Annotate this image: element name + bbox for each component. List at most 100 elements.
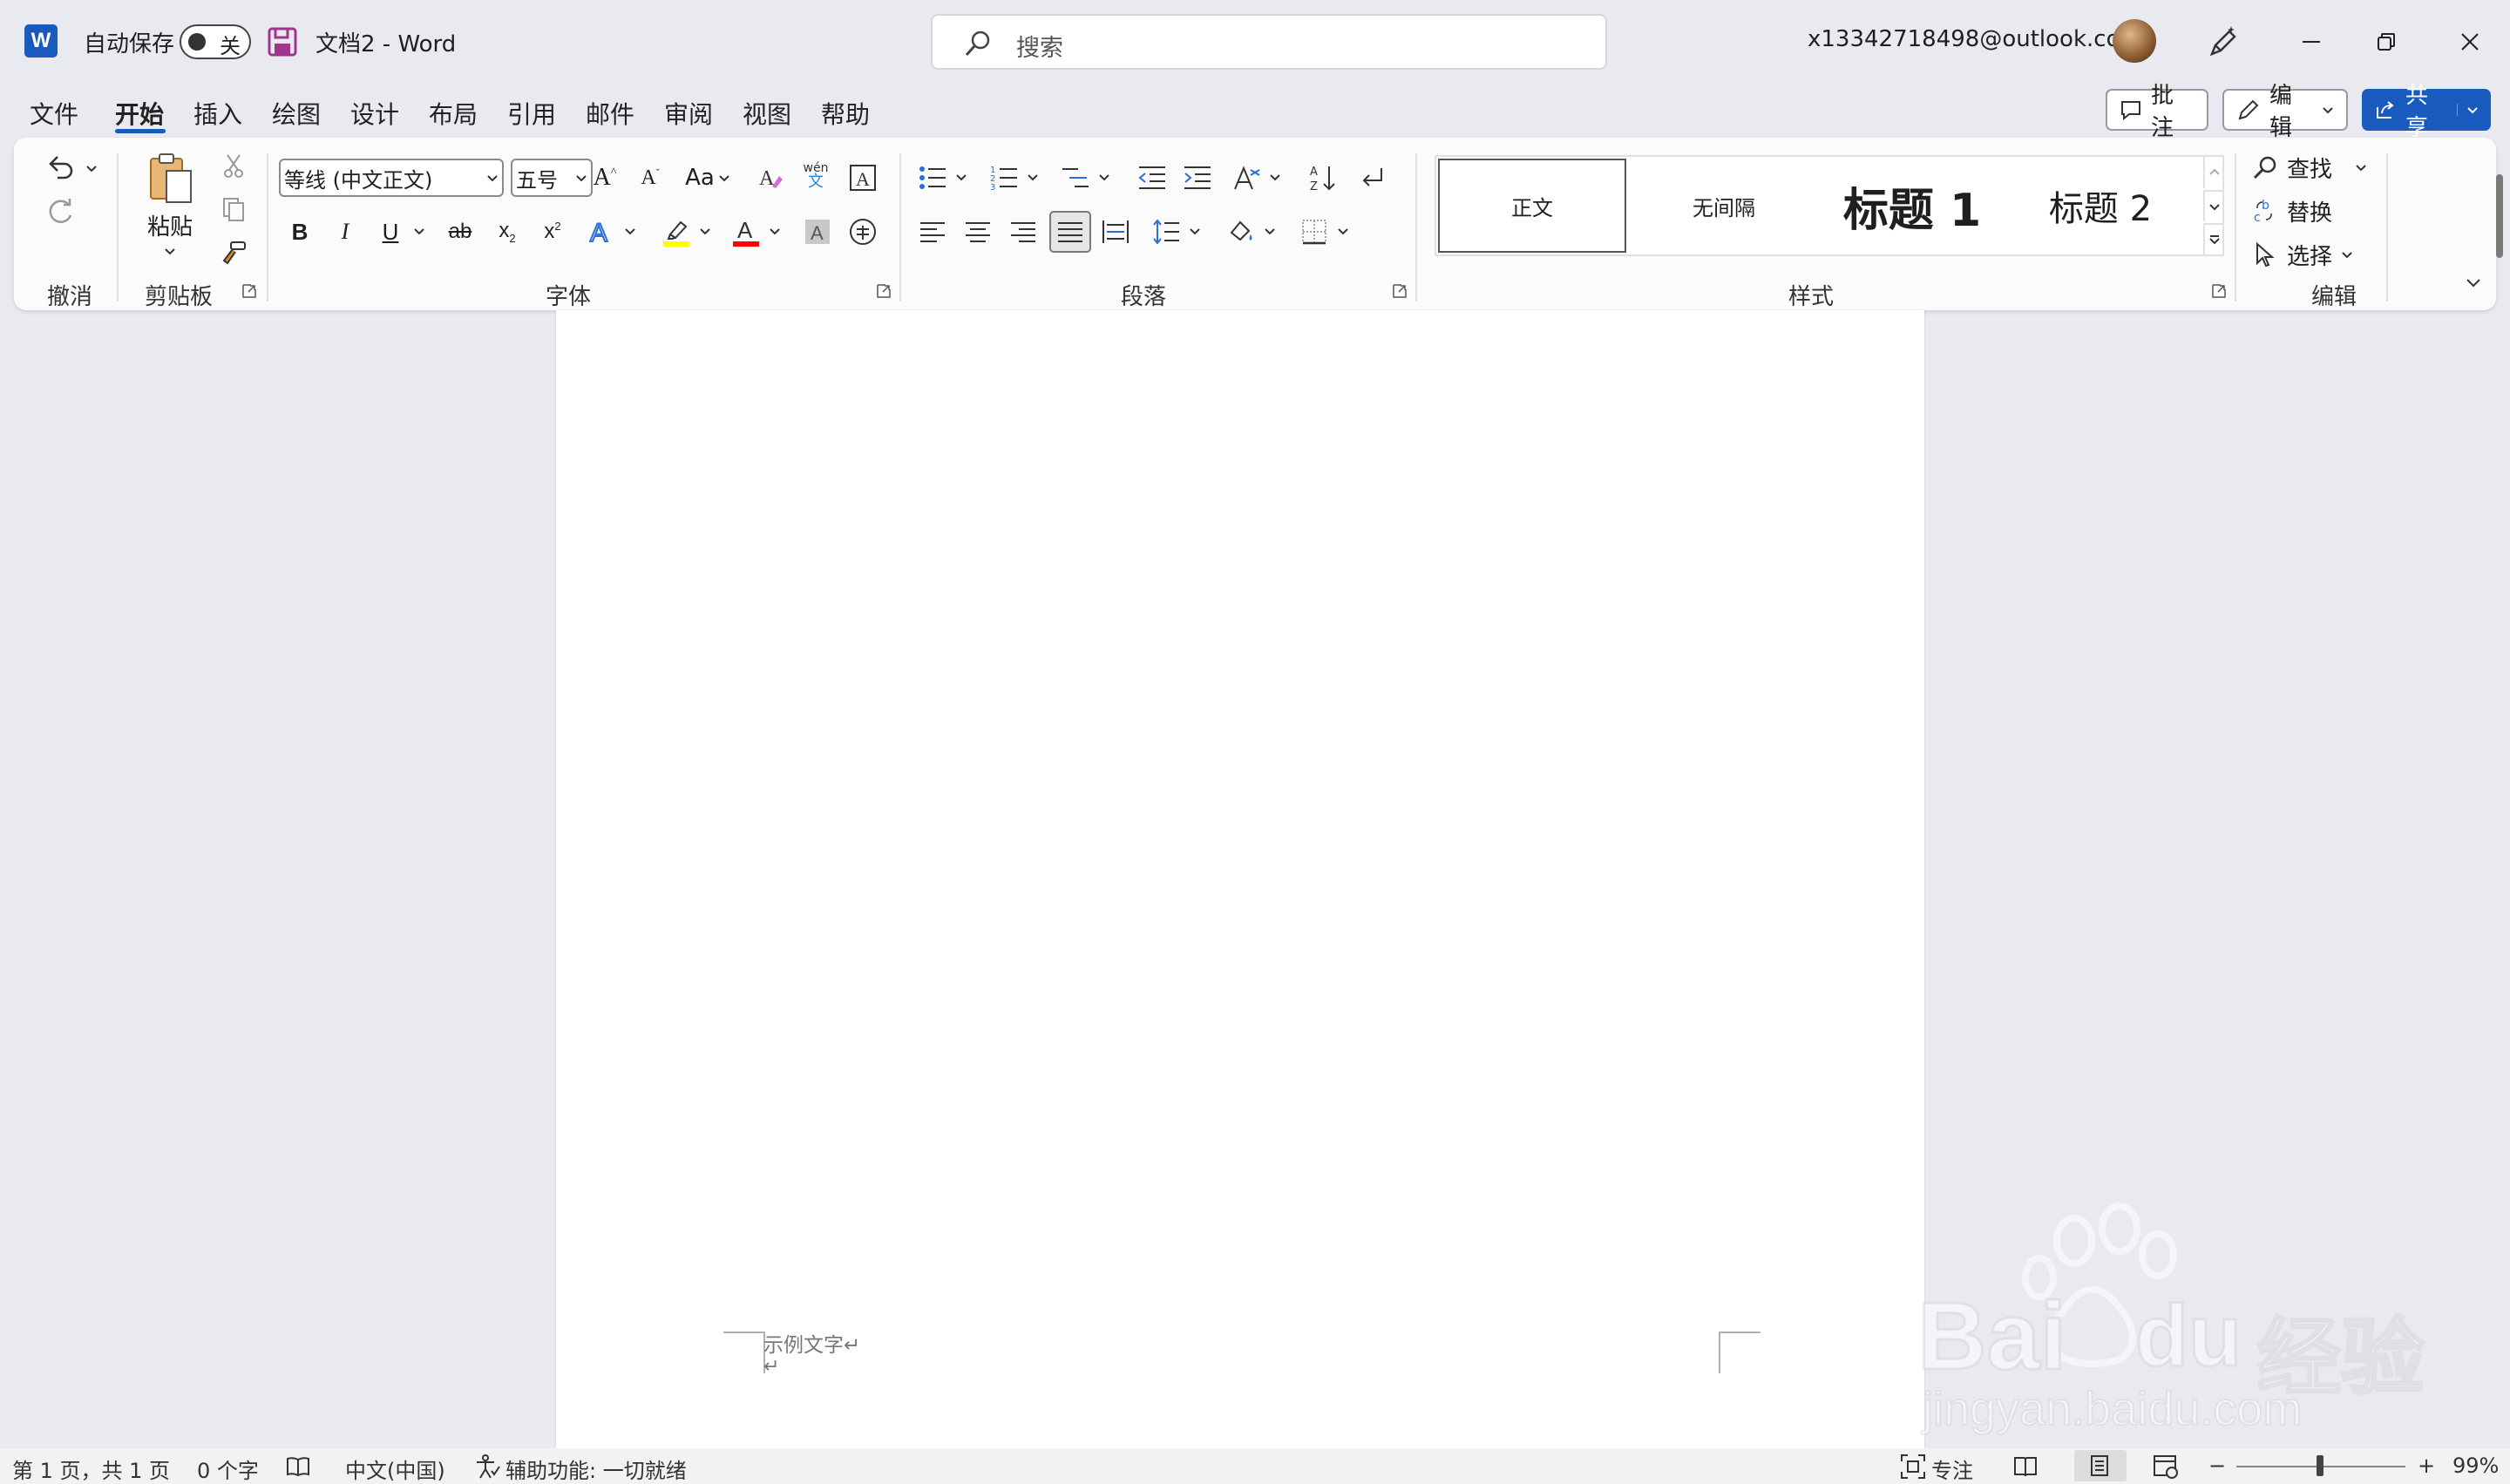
language-indicator[interactable]: 中文(中国) — [345, 1454, 445, 1484]
gallery-scroll-up-icon[interactable] — [2203, 157, 2224, 188]
font-color-dropdown-icon[interactable] — [765, 221, 784, 241]
clear-formatting-button[interactable]: A — [751, 159, 790, 197]
multilevel-list-button[interactable] — [1056, 159, 1095, 197]
text-effects-dropdown-icon[interactable] — [621, 221, 640, 241]
gallery-scroll-down-icon[interactable] — [2203, 190, 2224, 221]
close-button[interactable] — [2444, 17, 2496, 66]
justify-button[interactable] — [1049, 211, 1091, 253]
tab-help[interactable]: 帮助 — [821, 96, 870, 131]
chinese-layout-button[interactable] — [1227, 159, 1265, 197]
tab-review[interactable]: 审阅 — [664, 96, 713, 131]
select-button[interactable]: 选择 — [2252, 235, 2353, 274]
collapse-ribbon-button[interactable] — [2459, 268, 2487, 296]
minimize-button[interactable] — [2285, 17, 2337, 66]
font-launcher-icon[interactable] — [877, 284, 891, 298]
align-center-button[interactable] — [959, 213, 997, 251]
tab-references[interactable]: 引用 — [507, 96, 556, 131]
style-heading-1[interactable]: 标题 1 — [1818, 157, 2006, 254]
read-mode-icon[interactable] — [2013, 1455, 2038, 1478]
save-icon[interactable] — [267, 26, 298, 58]
print-layout-button[interactable] — [2074, 1450, 2127, 1481]
decrease-indent-button[interactable] — [1133, 159, 1171, 197]
strikethrough-button[interactable]: ab — [441, 213, 479, 251]
line-spacing-button[interactable] — [1147, 213, 1185, 251]
tab-draw[interactable]: 绘图 — [272, 96, 321, 131]
zoom-in-button[interactable]: + — [2418, 1454, 2435, 1478]
numbering-button[interactable]: 123 — [985, 159, 1023, 197]
designer-pen-icon[interactable] — [2205, 24, 2240, 59]
editing-mode-button[interactable]: 编辑 — [2222, 83, 2348, 141]
tab-home[interactable]: 开始 — [115, 96, 164, 131]
search-box[interactable]: 搜索 — [931, 14, 1607, 70]
bold-button[interactable]: B — [281, 213, 319, 251]
focus-mode[interactable]: 专注 — [1931, 1454, 1973, 1484]
tab-mailings[interactable]: 邮件 — [586, 96, 634, 131]
redo-button[interactable] — [37, 188, 85, 237]
bullets-button[interactable] — [913, 159, 952, 197]
tab-file[interactable]: 文件 — [30, 96, 78, 131]
autosave-toggle[interactable]: 关 — [180, 24, 251, 59]
shrink-font-button[interactable]: Aˇ — [631, 159, 669, 197]
shading-dropdown-icon[interactable] — [1260, 221, 1279, 241]
underline-dropdown-icon[interactable] — [410, 221, 429, 241]
tab-layout[interactable]: 布局 — [429, 96, 478, 131]
show-hide-marks-button[interactable] — [1353, 159, 1391, 197]
phonetic-guide-button[interactable]: wén 文 — [797, 155, 835, 197]
zoom-level[interactable]: 99% — [2452, 1454, 2499, 1478]
page-count[interactable]: 第 1 页，共 1 页 — [12, 1454, 170, 1484]
avatar[interactable] — [2113, 19, 2156, 63]
restore-button[interactable] — [2360, 17, 2412, 66]
web-layout-icon[interactable] — [2153, 1454, 2179, 1479]
share-button[interactable]: 共享 — [2362, 83, 2491, 141]
highlight-dropdown-icon[interactable] — [695, 221, 715, 241]
numbering-dropdown-icon[interactable] — [1023, 167, 1042, 186]
zoom-slider-thumb[interactable] — [2317, 1455, 2323, 1476]
tab-design[interactable]: 设计 — [350, 96, 399, 131]
tab-view[interactable]: 视图 — [743, 96, 791, 131]
font-size-select[interactable]: 五号 — [511, 159, 593, 197]
paragraph-launcher-icon[interactable] — [1393, 284, 1407, 298]
user-account[interactable]: x13342718498@outlook.com — [1808, 26, 2142, 52]
character-shading-button[interactable]: A — [798, 213, 837, 251]
accessibility-status[interactable]: 辅助功能: 一切就绪 — [505, 1454, 687, 1484]
chinese-layout-dropdown-icon[interactable] — [1265, 167, 1285, 186]
subscript-button[interactable]: x2 — [488, 213, 526, 251]
word-count[interactable]: 0 个字 — [197, 1454, 259, 1484]
enclose-characters-button[interactable] — [844, 213, 882, 251]
borders-button[interactable] — [1295, 213, 1333, 251]
distributed-button[interactable] — [1096, 213, 1135, 251]
font-color-button[interactable]: A — [727, 213, 765, 251]
format-painter-button[interactable] — [214, 234, 253, 272]
sort-button[interactable]: AZ — [1304, 159, 1342, 197]
find-button[interactable]: 查找 — [2252, 148, 2367, 186]
paste-button[interactable]: 粘贴 — [134, 150, 206, 263]
gallery-more-icon[interactable] — [2203, 223, 2224, 254]
comments-button[interactable]: 批注 — [2106, 83, 2208, 141]
document-text[interactable]: 示例文字↵ — [763, 1328, 860, 1358]
font-name-select[interactable]: 等线 (中文正文) — [279, 159, 504, 197]
bullets-dropdown-icon[interactable] — [952, 167, 971, 186]
change-case-button[interactable]: Aa — [680, 159, 736, 197]
text-effects-button[interactable]: A — [582, 213, 621, 251]
replace-button[interactable]: bc 替换 — [2252, 192, 2332, 230]
superscript-button[interactable]: x2 — [533, 213, 572, 251]
highlight-color-button[interactable] — [657, 213, 695, 251]
vertical-scrollbar[interactable] — [2496, 174, 2503, 258]
grow-font-button[interactable]: A^ — [586, 159, 624, 197]
clipboard-launcher-icon[interactable] — [242, 284, 256, 298]
focus-icon[interactable] — [1900, 1454, 1926, 1480]
align-left-button[interactable] — [913, 213, 952, 251]
style-no-spacing[interactable]: 无间隔 — [1630, 157, 1818, 254]
line-spacing-dropdown-icon[interactable] — [1185, 221, 1204, 241]
align-right-button[interactable] — [1004, 213, 1042, 251]
character-border-button[interactable]: A — [844, 159, 882, 197]
zoom-out-button[interactable]: − — [2208, 1454, 2226, 1478]
italic-button[interactable]: I — [326, 213, 364, 251]
shading-button[interactable] — [1222, 213, 1260, 251]
underline-button[interactable]: U — [371, 213, 410, 251]
tab-insert[interactable]: 插入 — [193, 96, 242, 131]
style-normal[interactable]: 正文 — [1438, 159, 1626, 253]
style-heading-2[interactable]: 标题 2 — [2006, 157, 2195, 254]
document-page[interactable] — [556, 310, 1924, 1448]
undo-button[interactable] — [37, 143, 85, 192]
